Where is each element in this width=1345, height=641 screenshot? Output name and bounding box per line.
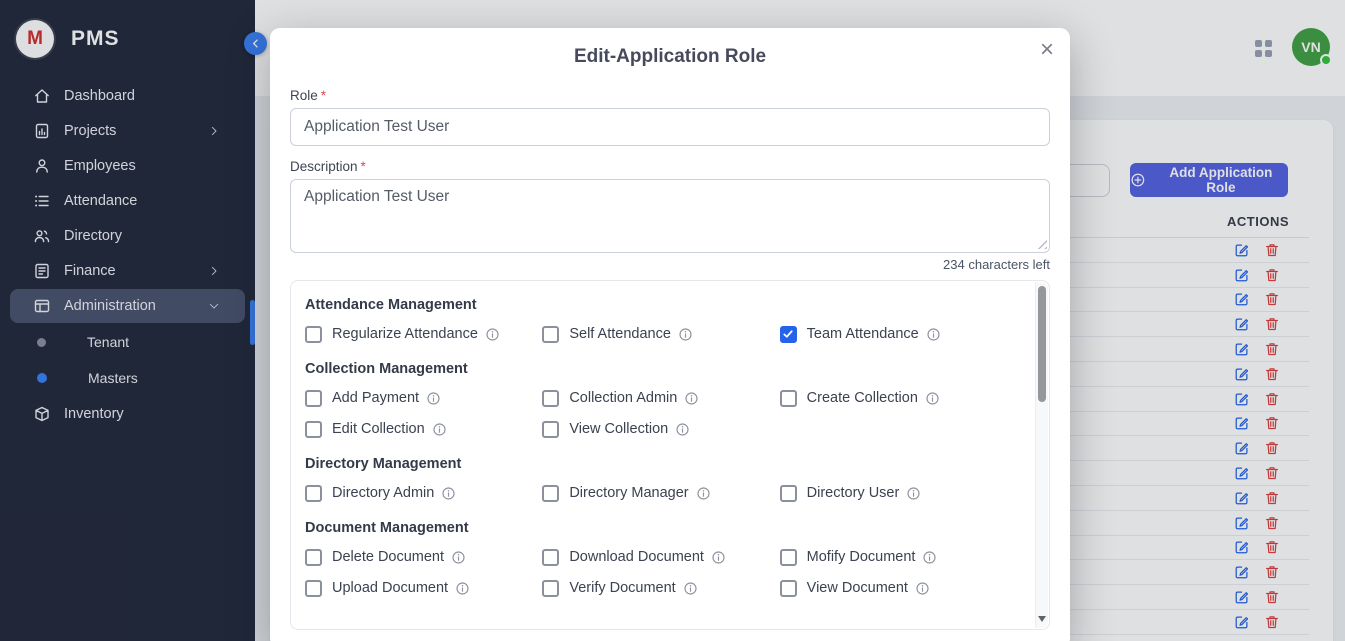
permission-grid: Directory Admin Directory Manager Director… [305, 482, 1017, 504]
checkbox-add-payment[interactable] [305, 390, 322, 407]
checkbox-download-document[interactable] [542, 549, 559, 566]
role-field-label: Role* [290, 88, 1050, 103]
permission-label: Team Attendance [807, 326, 919, 342]
info-icon[interactable] [915, 581, 930, 596]
permissions-list: Attendance Management Regularize Attendan… [305, 297, 1017, 599]
checkbox-directory-user[interactable] [780, 485, 797, 502]
info-icon[interactable] [684, 391, 699, 406]
info-icon[interactable] [696, 486, 711, 501]
info-icon[interactable] [922, 550, 937, 565]
permission-label: Regularize Attendance [332, 326, 478, 342]
info-icon[interactable] [906, 486, 921, 501]
checkbox-edit-collection[interactable] [305, 421, 322, 438]
info-icon[interactable] [455, 581, 470, 596]
permission-item-team-attendance: Team Attendance [780, 323, 1017, 345]
permission-grid: Delete Document Download Document Mofify D… [305, 546, 1017, 599]
permission-section-title: Document Management [305, 520, 1017, 536]
info-icon[interactable] [683, 581, 698, 596]
permission-label: Edit Collection [332, 421, 425, 437]
permission-label: Download Document [569, 549, 704, 565]
permission-label: Delete Document [332, 549, 444, 565]
info-icon[interactable] [432, 422, 447, 437]
permission-label: Self Attendance [569, 326, 671, 342]
checkbox-verify-document[interactable] [542, 580, 559, 597]
scrollbar-down-arrow-icon[interactable] [1038, 616, 1046, 622]
permission-label: Upload Document [332, 580, 448, 596]
permission-grid: Add Payment Collection Admin Create Collec… [305, 387, 1017, 440]
role-input[interactable] [290, 108, 1050, 146]
permission-item-directory-manager: Directory Manager [542, 482, 779, 504]
description-textarea[interactable]: Application Test User [290, 179, 1050, 253]
checkbox-directory-admin[interactable] [305, 485, 322, 502]
description-field-label: Description* [290, 159, 1050, 174]
checkbox-view-document[interactable] [780, 580, 797, 597]
checkbox-create-collection[interactable] [780, 390, 797, 407]
role-label-text: Role [290, 88, 318, 103]
info-icon[interactable] [441, 486, 456, 501]
permissions-panel: Attendance Management Regularize Attendan… [290, 280, 1050, 630]
permission-label: View Collection [569, 421, 668, 437]
permission-item-download-document: Download Document [542, 546, 779, 568]
permission-label: Directory Manager [569, 485, 688, 501]
permission-label: Add Payment [332, 390, 419, 406]
permission-item-view-collection: View Collection [542, 418, 779, 440]
permission-grid: Regularize Attendance Self Attendance Team… [305, 323, 1017, 345]
check-icon [782, 328, 794, 340]
checkbox-delete-document[interactable] [305, 549, 322, 566]
modal-title: Edit-Application Role [290, 46, 1050, 68]
info-icon[interactable] [711, 550, 726, 565]
description-textarea-wrap: Application Test User [290, 179, 1050, 253]
permission-item-self-attendance: Self Attendance [542, 323, 779, 345]
permission-label: Directory Admin [332, 485, 434, 501]
description-label-text: Description [290, 159, 358, 174]
info-icon[interactable] [926, 327, 941, 342]
permission-section-title: Collection Management [305, 361, 1017, 377]
info-icon[interactable] [925, 391, 940, 406]
permission-item-edit-collection: Edit Collection [305, 418, 542, 440]
checkbox-directory-manager[interactable] [542, 485, 559, 502]
permission-label: Directory User [807, 485, 900, 501]
checkbox-mofify-document[interactable] [780, 549, 797, 566]
permission-item-delete-document: Delete Document [305, 546, 542, 568]
required-asterisk: * [361, 159, 366, 174]
permission-item-collection-admin: Collection Admin [542, 387, 779, 409]
permission-label: Mofify Document [807, 549, 916, 565]
checkbox-team-attendance[interactable] [780, 326, 797, 343]
info-icon[interactable] [675, 422, 690, 437]
scrollbar-thumb[interactable] [1038, 286, 1046, 402]
permission-item-create-collection: Create Collection [780, 387, 1017, 409]
permission-item-regularize-attendance: Regularize Attendance [305, 323, 542, 345]
info-icon[interactable] [426, 391, 441, 406]
checkbox-self-attendance[interactable] [542, 326, 559, 343]
required-asterisk: * [321, 88, 326, 103]
permission-item-view-document: View Document [780, 577, 1017, 599]
permission-label: View Document [807, 580, 908, 596]
info-icon[interactable] [451, 550, 466, 565]
checkbox-view-collection[interactable] [542, 421, 559, 438]
permission-item-directory-user: Directory User [780, 482, 1017, 504]
permission-label: Collection Admin [569, 390, 677, 406]
checkbox-collection-admin[interactable] [542, 390, 559, 407]
permission-label: Verify Document [569, 580, 675, 596]
info-icon[interactable] [678, 327, 693, 342]
checkbox-regularize-attendance[interactable] [305, 326, 322, 343]
permission-label: Create Collection [807, 390, 918, 406]
permission-item-mofify-document: Mofify Document [780, 546, 1017, 568]
permission-section-title: Directory Management [305, 456, 1017, 472]
checkbox-upload-document[interactable] [305, 580, 322, 597]
scrollbar[interactable] [1035, 282, 1048, 628]
close-icon[interactable]: × [1040, 38, 1054, 62]
info-icon[interactable] [485, 327, 500, 342]
permission-item-add-payment: Add Payment [305, 387, 542, 409]
app-window: M PMS DashboardProjectsEmployeesAttendan… [0, 0, 1345, 641]
permission-item-upload-document: Upload Document [305, 577, 542, 599]
permission-item-verify-document: Verify Document [542, 577, 779, 599]
permission-section-title: Attendance Management [305, 297, 1017, 313]
edit-application-role-modal: Edit-Application Role × Role* Descriptio… [270, 28, 1070, 641]
permission-item-directory-admin: Directory Admin [305, 482, 542, 504]
characters-left-counter: 234 characters left [290, 257, 1050, 272]
